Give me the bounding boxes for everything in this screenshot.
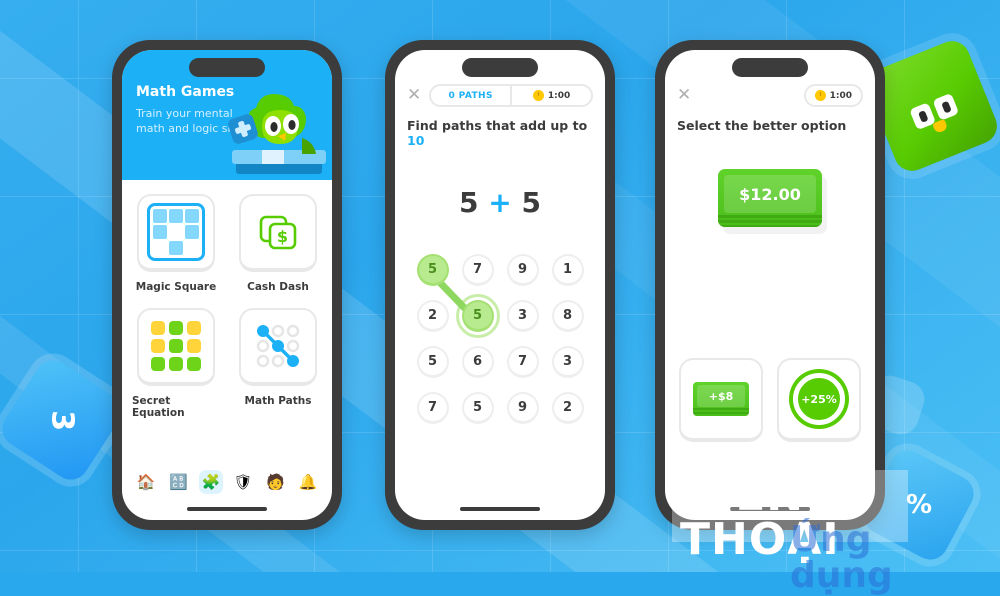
game-card-secret-equation[interactable]: Secret Equation (132, 308, 220, 428)
number-cell[interactable]: 9 (506, 253, 540, 287)
cube-percent-label: % (905, 490, 933, 520)
math-paths-icon (256, 324, 300, 368)
cash-dash-icon: $ (259, 215, 297, 250)
answer-options: +$8 +25% (665, 358, 875, 442)
option-card-money[interactable]: +$8 (679, 358, 763, 442)
number-value: 9 (506, 392, 539, 424)
number-cell[interactable]: 3 (506, 299, 540, 333)
option-label: +25% (801, 392, 837, 406)
number-value: 1 (551, 254, 584, 286)
game-card-label: Cash Dash (247, 281, 309, 293)
clock-icon (814, 90, 826, 101)
option-label: +$8 (708, 390, 734, 403)
number-cell[interactable]: 7 (461, 253, 495, 287)
option-card-percent[interactable]: +25% (777, 358, 861, 442)
number-value: 9 (506, 254, 539, 286)
secret-equation-icon (151, 321, 201, 371)
nav-item-profile-icon[interactable]: 🧑 (263, 470, 287, 494)
number-value: 5 (461, 300, 494, 332)
timer-label: 1:00 (547, 90, 571, 101)
phone-mockup-math-paths: ✕ 0 PATHS 1:00 Find paths that add up to… (385, 40, 615, 530)
number-value: 5 (461, 392, 494, 424)
number-value: 2 (416, 300, 449, 332)
home-indicator (187, 507, 267, 511)
money-stack-icon: +$8 (693, 382, 749, 416)
number-value: 7 (506, 346, 539, 378)
number-value: 8 (551, 300, 584, 332)
percent-badge-icon: +25% (793, 373, 845, 425)
home-indicator (460, 507, 540, 511)
number-value: 5 (416, 254, 449, 286)
number-value: 7 (461, 254, 494, 286)
bottom-navigation: 🏠 🔠 🧩 🛡 🧑 🔔 (122, 464, 332, 500)
nav-item-alerts-icon[interactable]: 🔔 (296, 470, 320, 494)
phone-notch (732, 58, 808, 77)
status-pill: 0 PATHS 1:00 (429, 84, 593, 107)
clock-icon (532, 90, 544, 101)
number-cell[interactable]: 3 (551, 345, 585, 379)
equation-display: 5 + 5 (395, 186, 605, 219)
home-indicator (730, 507, 810, 511)
number-grid: 5 7 9 1 2 5 3 8 5 6 7 3 7 5 9 2 (410, 253, 590, 425)
phone-notch (462, 58, 538, 77)
close-icon[interactable]: ✕ (677, 87, 691, 104)
nav-item-practice-icon[interactable]: 🔠 (166, 470, 190, 494)
paths-count-label: 0 PATHS (448, 90, 493, 101)
number-cell[interactable]: 1 (551, 253, 585, 287)
game-card-cash-dash[interactable]: $ Cash Dash (234, 194, 322, 302)
number-cell[interactable]: 7 (416, 391, 450, 425)
number-cell[interactable]: 5 (461, 391, 495, 425)
game-card-grid: Magic Square $ Cash Dash Secret Equation… (122, 180, 332, 428)
number-cell[interactable]: 6 (461, 345, 495, 379)
game-prompt: Find paths that add up to 10 (395, 107, 605, 148)
money-amount-label: $12.00 (739, 184, 801, 204)
phone-mockup-cash-dash: ✕ 1:00 Select the better option $12.00 +… (655, 40, 885, 530)
timer-display: 1:00 (803, 84, 863, 107)
prompt-text: Find paths that add up to (407, 118, 588, 133)
duo-owl-mascot-icon (228, 94, 326, 174)
number-cell[interactable]: 7 (506, 345, 540, 379)
timer-label: 1:00 (829, 90, 852, 101)
number-cell[interactable]: 5 (416, 345, 450, 379)
number-cell[interactable]: 2 (416, 299, 450, 333)
number-value: 6 (461, 346, 494, 378)
number-value: 7 (416, 392, 449, 424)
game-card-magic-square[interactable]: Magic Square (132, 194, 220, 302)
money-amount-card: $12.00 (718, 169, 822, 227)
cube-three-label: 3 (44, 409, 80, 431)
game-prompt: Select the better option (677, 118, 847, 133)
game-card-label: Math Paths (244, 395, 312, 407)
prompt-target: 10 (407, 133, 425, 148)
number-cell[interactable]: 8 (551, 299, 585, 333)
nav-item-home-icon[interactable]: 🏠 (134, 470, 158, 494)
number-cell[interactable]: 9 (506, 391, 540, 425)
equation-right: 5 (521, 186, 541, 219)
number-cell[interactable]: 2 (551, 391, 585, 425)
close-icon[interactable]: ✕ (407, 87, 421, 104)
number-value: 2 (551, 392, 584, 424)
equation-operator: + (488, 186, 512, 219)
nav-item-games-icon[interactable]: 🧩 (198, 470, 223, 494)
game-card-label: Secret Equation (132, 395, 185, 419)
number-value: 3 (551, 346, 584, 378)
paths-counter: 0 PATHS (431, 91, 510, 101)
number-value: 3 (506, 300, 539, 332)
nav-item-shield-icon[interactable]: 🛡 (231, 470, 255, 494)
phone-mockup-home: Math Games Train your mental math and lo… (112, 40, 342, 530)
timer-display: 1:00 (512, 90, 591, 101)
game-card-label: Magic Square (135, 281, 217, 293)
magic-square-icon (147, 203, 205, 261)
game-card-math-paths[interactable]: Math Paths (234, 308, 322, 428)
svg-text:$: $ (277, 227, 288, 246)
number-cell-selected[interactable]: 5 (455, 294, 500, 338)
equation-left: 5 (459, 186, 479, 219)
phone-notch (189, 58, 265, 77)
number-value: 5 (416, 346, 449, 378)
